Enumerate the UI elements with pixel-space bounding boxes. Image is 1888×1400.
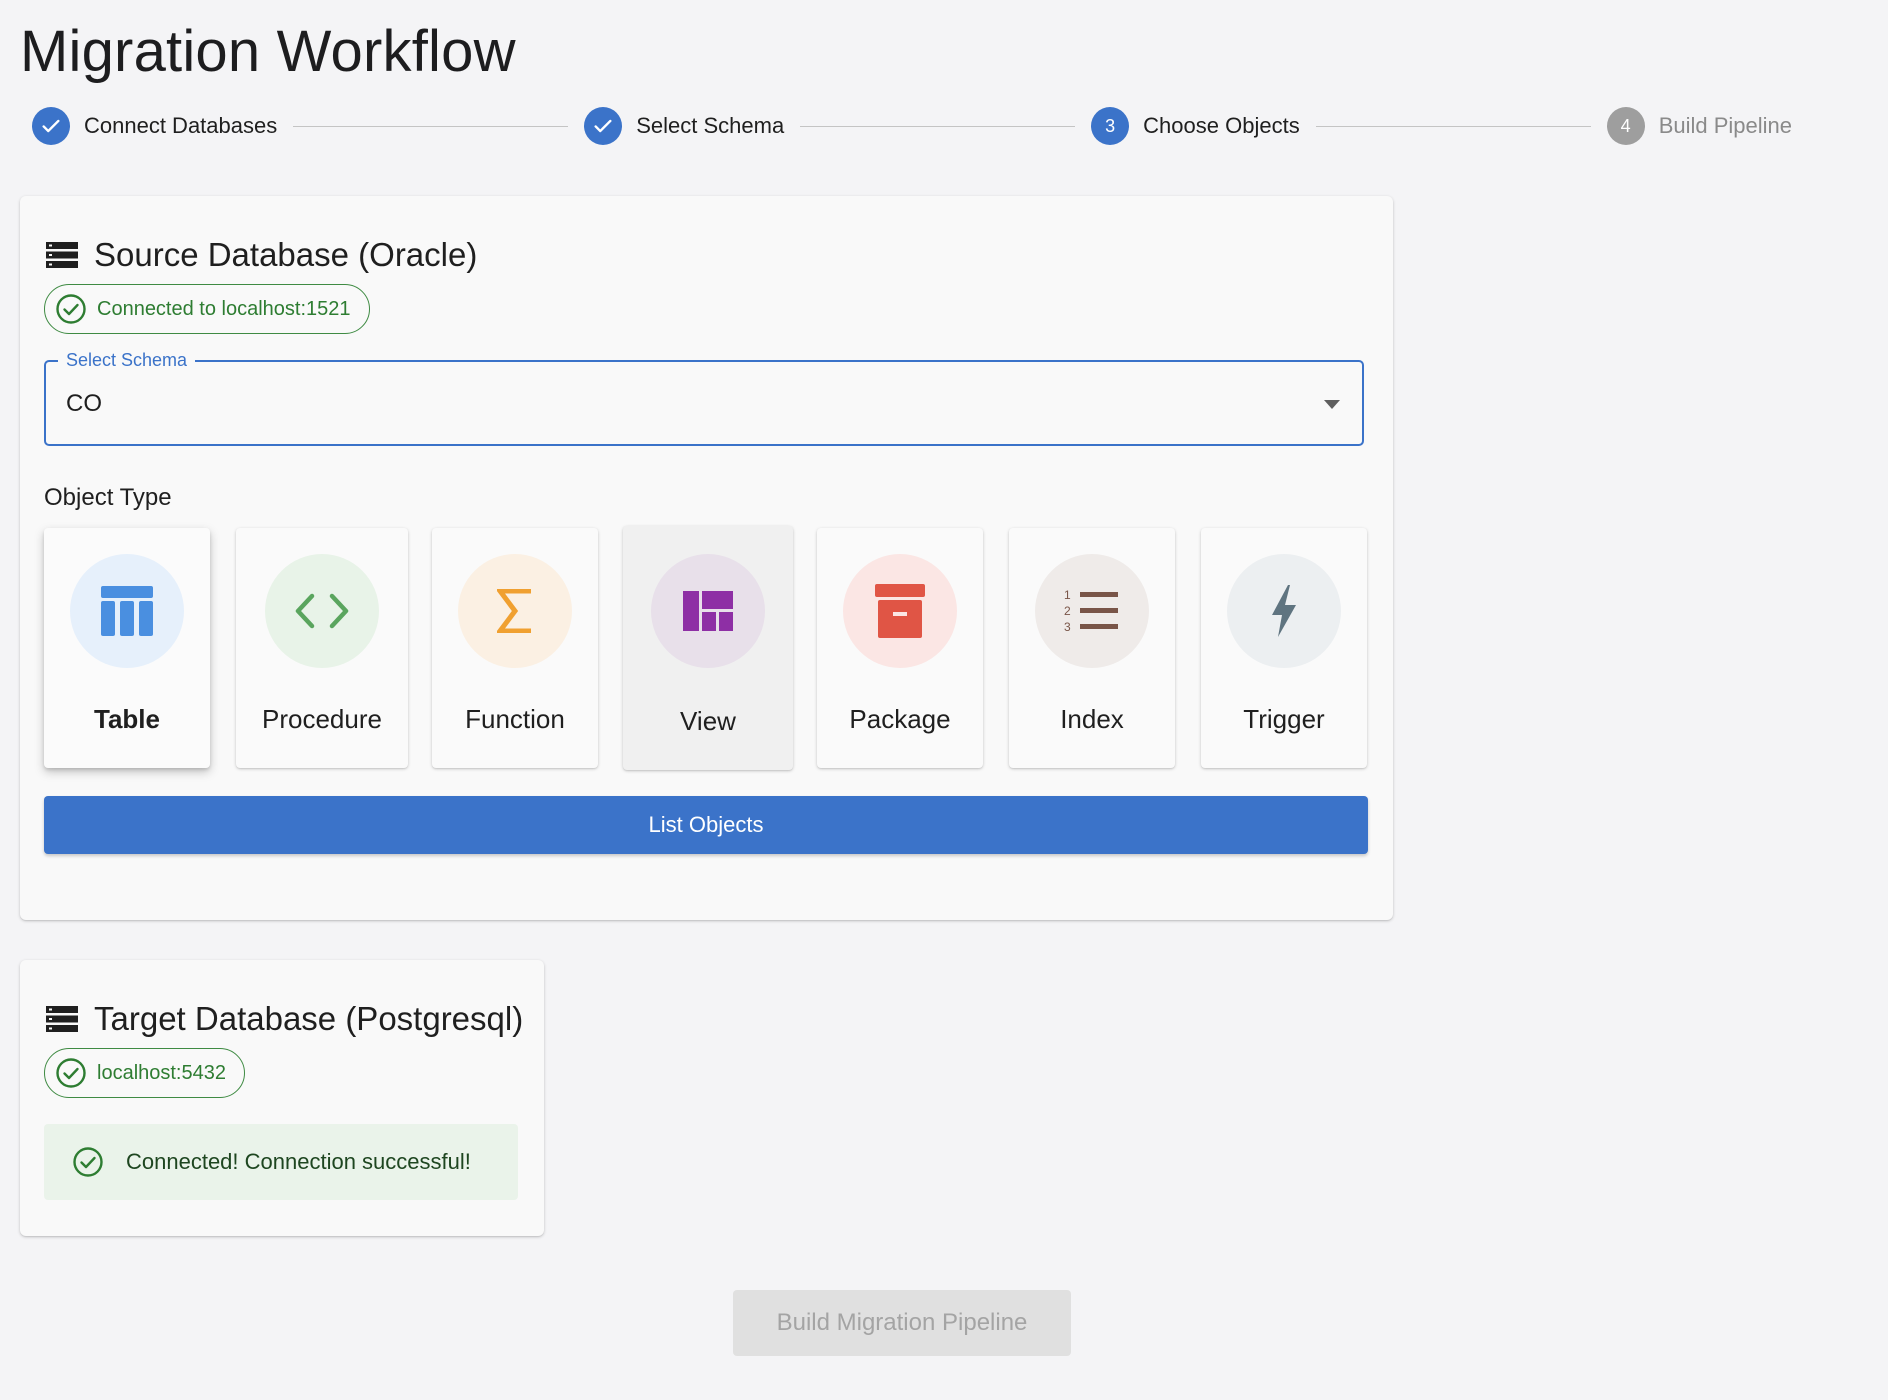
step-number: 3 [1091,107,1130,145]
step-number: 4 [1606,107,1645,145]
connection-label: Connected to localhost:1521 [97,297,351,320]
card-title: Target Database (Postgresql) [94,1000,524,1037]
step-connector [293,125,569,127]
check-circle-icon [56,1058,86,1088]
tile-icon-circle: 1 2 3 [1035,554,1149,668]
storage-icon [46,1006,78,1032]
object-type-label: Object Type [44,484,172,511]
object-type-package[interactable]: Package [817,528,983,768]
target-database-card: Target Database (Postgresql) localhost:5… [20,960,544,1236]
tile-icon-circle [651,554,765,668]
step-connector [800,125,1076,127]
storage-icon [46,242,78,268]
select-label: Select Schema [58,350,196,371]
numbered-list-icon: 1 2 3 [1064,588,1118,634]
tile-icon-circle [458,554,572,668]
object-type-table[interactable]: Table [44,528,210,768]
list-objects-button[interactable]: List Objects [44,796,1368,854]
svg-text:2: 2 [1064,604,1071,618]
dashboard-icon [683,591,733,631]
table-icon [101,586,153,636]
tile-label: Package [849,704,951,734]
svg-text:1: 1 [1064,588,1071,602]
check-circle-icon [56,294,86,324]
object-type-procedure[interactable]: Procedure [236,528,408,768]
stepper: Connect Databases Select Schema 3 Choose… [32,104,1792,148]
dropdown-arrow-icon[interactable] [1324,400,1340,410]
connection-label: localhost:5432 [97,1061,226,1084]
connection-chip: localhost:5432 [44,1048,245,1098]
card-header: Target Database (Postgresql) [46,1000,523,1038]
code-icon [295,593,349,629]
card-header: Source Database (Oracle) [46,236,477,274]
step-build-pipeline[interactable]: 4 Build Pipeline [1606,107,1792,145]
step-label: Build Pipeline [1658,113,1792,138]
tile-label: Trigger [1243,704,1325,734]
svg-text:3: 3 [1064,620,1071,634]
build-migration-pipeline-button[interactable]: Build Migration Pipeline [733,1290,1071,1356]
check-icon [32,107,70,145]
step-select-schema[interactable]: Select Schema [584,107,784,145]
step-label: Connect Databases [84,113,278,138]
tile-label: Table [94,704,160,734]
tile-icon-circle [70,554,184,668]
object-type-trigger[interactable]: Trigger [1201,528,1367,768]
archive-icon [875,584,925,638]
tile-icon-circle [265,554,379,668]
select-value: CO [66,390,102,417]
object-type-function[interactable]: Function [432,528,598,768]
tile-icon-circle [1227,554,1341,668]
success-alert: Connected! Connection successful! [44,1124,518,1200]
step-connector [1315,125,1591,127]
step-choose-objects[interactable]: 3 Choose Objects [1091,107,1300,145]
alert-message: Connected! Connection successful! [126,1149,471,1174]
step-label: Select Schema [636,113,785,138]
card-title: Source Database (Oracle) [94,236,478,273]
check-icon [584,107,623,145]
tile-label: View [680,706,736,736]
object-type-index[interactable]: 1 2 3 Index [1009,528,1175,768]
step-label: Choose Objects [1143,113,1300,138]
step-connect-databases[interactable]: Connect Databases [32,107,277,145]
sigma-icon [497,589,531,633]
tile-label: Function [465,704,565,734]
object-type-view[interactable]: View [623,526,793,770]
tile-icon-circle [843,554,957,668]
check-circle-icon [73,1147,103,1177]
tile-label: Procedure [262,704,382,734]
page-title: Migration Workflow [20,19,516,84]
bolt-icon [1272,585,1296,637]
schema-select[interactable]: Select Schema CO [44,350,1364,446]
source-database-card: Source Database (Oracle) Connected to lo… [20,196,1393,920]
tile-label: Index [1060,704,1124,734]
connection-chip: Connected to localhost:1521 [44,284,370,334]
